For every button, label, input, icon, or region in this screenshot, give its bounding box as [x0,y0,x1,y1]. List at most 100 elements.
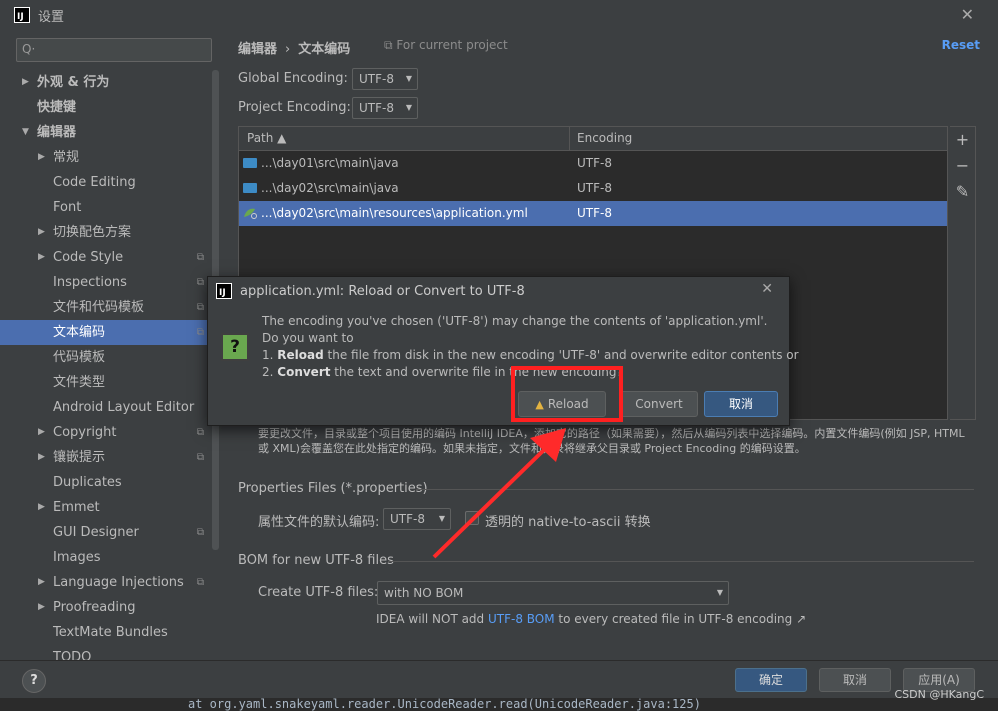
project-encoding-label: Project Encoding: [238,100,351,115]
line-number: 2. [262,365,278,379]
settings-window: IJ 设置 ✕ Q· ▶ 外观 & 行为 快捷键 ▼ 编辑器 ▶ 常规 Code Editin… [0,0,998,711]
settings-tree: ▶ 外观 & 行为 快捷键 ▼ 编辑器 ▶ 常规 Code Editing Font ▶ 切换配色方… [0,70,220,660]
close-icon[interactable]: ✕ [961,5,974,24]
sidebar-item[interactable]: Android Layout Editor [0,395,220,420]
reset-link[interactable]: Reset [942,38,980,52]
sidebar-item[interactable]: Duplicates [0,470,220,495]
close-icon[interactable]: ✕ [761,281,773,297]
path-cell: ...\day02\src\main\resources\application… [261,206,528,220]
chevron-down-icon: ▼ [405,74,412,83]
project-encoding-select[interactable]: UTF-8 ▼ [352,97,418,119]
table-row[interactable]: ...\day02\src\main\resources\application… [239,201,947,226]
breadcrumb-item[interactable]: 编辑器 [238,42,277,57]
sidebar-item-label: 编辑器 [37,125,77,140]
column-divider[interactable] [569,127,570,151]
search-input[interactable]: Q· [16,38,212,62]
sidebar-item-label: Images [53,550,101,565]
project-settings-icon: ⧉ [196,252,204,263]
sidebar-item[interactable]: ▶ 常规 [0,145,220,170]
sidebar-item[interactable]: ▶ 外观 & 行为 [0,70,220,95]
create-utf8-label: Create UTF-8 files: [258,585,379,600]
properties-section-title: Properties Files (*.properties) [238,481,428,496]
project-settings-icon: ⧉ [196,527,204,538]
sidebar-item[interactable]: 文本编码 ⧉ [0,320,220,345]
title-bar: IJ 设置 ✕ [0,0,998,30]
chevron-right-icon[interactable]: ▶ [22,70,29,95]
sidebar-item[interactable]: Code Editing [0,170,220,195]
dialog-cancel-button[interactable]: 取消 [704,391,778,417]
background-code-line: at org.yaml.snakeyaml.reader.UnicodeRead… [0,698,998,711]
sidebar-item[interactable]: TextMate Bundles [0,620,220,645]
sidebar-item-label: 文件和代码模板 [53,300,145,315]
table-row[interactable]: ...\day01\src\main\java UTF-8 [239,151,947,176]
sidebar-item[interactable]: ▶ 镶嵌提示 ⧉ [0,445,220,470]
sidebar-item[interactable]: 代码模板 [0,345,220,370]
table-header: Path ▲ Encoding [239,127,947,151]
ok-button[interactable]: 确定 [735,668,807,692]
sidebar-item-label: Inspections [53,275,127,290]
sidebar-item[interactable]: ▶ Proofreading [0,595,220,620]
settings-sidebar: Q· ▶ 外观 & 行为 快捷键 ▼ 编辑器 ▶ 常规 Code Editing Font ▶ 切换… [0,30,220,660]
message-line: 1. Reload the file from disk in the new … [262,347,799,364]
properties-encoding-value: UTF-8 [390,512,425,526]
chevron-right-icon[interactable]: ▶ [38,245,45,270]
sidebar-item[interactable]: ▶ Copyright ⧉ [0,420,220,445]
create-utf8-value: with NO BOM [384,586,464,600]
section-divider [416,489,974,490]
chevron-right-icon[interactable]: ▶ [38,145,45,170]
sidebar-item[interactable]: 文件和代码模板 ⧉ [0,295,220,320]
sidebar-item[interactable]: ▶ Emmet [0,495,220,520]
bom-note-suffix: to every created file in UTF-8 encoding … [554,612,807,626]
utf8-bom-link[interactable]: UTF-8 BOM [488,612,555,626]
sidebar-item[interactable]: ▶ 切换配色方案 [0,220,220,245]
intellij-logo-icon: IJ [14,7,30,23]
convert-keyword: Convert [277,365,331,379]
sidebar-item[interactable]: Inspections ⧉ [0,270,220,295]
sidebar-item[interactable]: 文件类型 [0,370,220,395]
properties-default-label: 属性文件的默认编码: [258,515,380,530]
dialog-title-bar: IJ application.yml: Reload or Convert to… [208,277,791,305]
native-to-ascii-checkbox[interactable] [465,511,479,525]
path-column-header[interactable]: Path ▲ [247,131,286,145]
sidebar-item[interactable]: Images [0,545,220,570]
sidebar-item[interactable]: 快捷键 [0,95,220,120]
chevron-down-icon: ▼ [716,588,723,597]
remove-icon[interactable]: − [950,153,975,179]
chevron-right-icon[interactable]: ▶ [38,495,45,520]
help-button[interactable]: ? [22,669,46,693]
chevron-right-icon[interactable]: ▶ [38,420,45,445]
sidebar-item-label: 镶嵌提示 [53,450,106,465]
sidebar-item[interactable]: ▼ 编辑器 [0,120,220,145]
project-icon: ⧉ [384,38,393,52]
encoding-cell[interactable]: UTF-8 [577,181,612,195]
properties-encoding-select[interactable]: UTF-8 ▼ [383,508,451,530]
add-icon[interactable]: + [950,127,975,153]
cancel-button[interactable]: 取消 [819,668,891,692]
search-icon: Q· [22,42,36,56]
encoding-cell[interactable]: UTF-8 [577,206,612,220]
sidebar-item[interactable]: ▶ Language Injections ⧉ [0,570,220,595]
project-settings-icon: ⧉ [196,302,204,313]
table-row[interactable]: ...\day02\src\main\java UTF-8 [239,176,947,201]
global-encoding-select[interactable]: UTF-8 ▼ [352,68,418,90]
sidebar-item[interactable]: GUI Designer ⧉ [0,520,220,545]
encoding-column-header[interactable]: Encoding [577,131,632,145]
sidebar-item[interactable]: TODO [0,645,220,660]
encoding-cell[interactable]: UTF-8 [577,156,612,170]
project-settings-icon: ⧉ [196,427,204,438]
sidebar-item[interactable]: Font [0,195,220,220]
global-encoding-label: Global Encoding: [238,71,348,86]
sidebar-item-label: Code Editing [53,175,136,190]
sidebar-item[interactable]: ▶ Code Style ⧉ [0,245,220,270]
intellij-logo-icon: IJ [216,283,232,299]
chevron-right-icon[interactable]: ▶ [38,445,45,470]
sidebar-item-label: TextMate Bundles [53,625,168,640]
chevron-right-icon[interactable]: ▶ [38,595,45,620]
chevron-down-icon[interactable]: ▼ [22,120,29,145]
chevron-right-icon[interactable]: ▶ [38,220,45,245]
native-to-ascii-label: 透明的 native-to-ascii 转换 [485,515,651,530]
convert-button[interactable]: Convert [620,391,698,417]
chevron-right-icon[interactable]: ▶ [38,570,45,595]
edit-icon[interactable]: ✎ [950,179,975,205]
create-utf8-select[interactable]: with NO BOM ▼ [377,581,729,605]
